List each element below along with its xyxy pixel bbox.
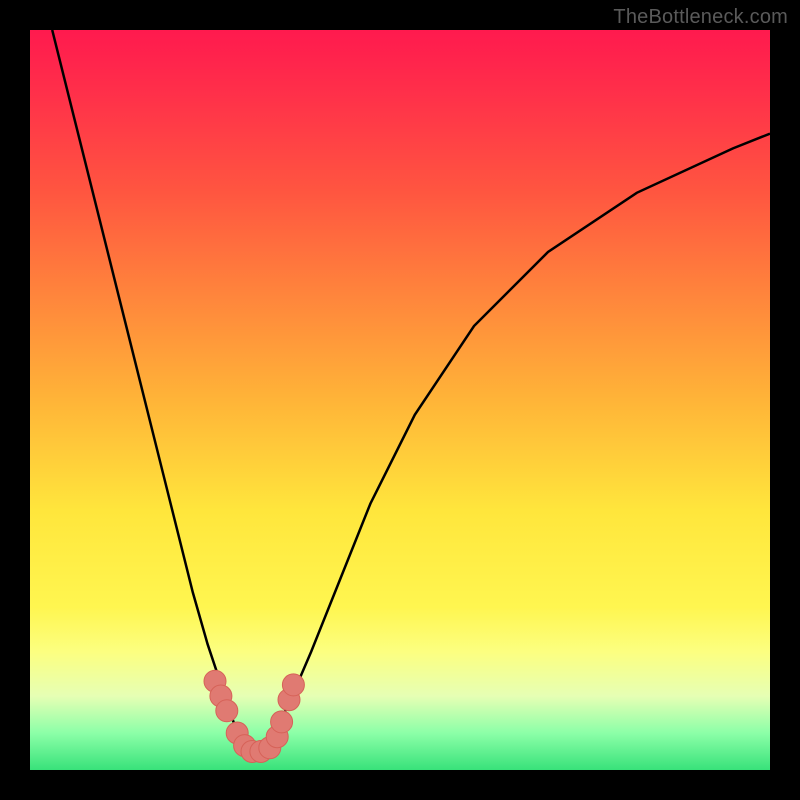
watermark-text: TheBottleneck.com <box>613 6 788 29</box>
chart-svg-overlay <box>30 30 770 770</box>
chart-marker <box>271 711 293 733</box>
chart-marker <box>216 700 238 722</box>
chart-marker <box>282 674 304 696</box>
chart-markers <box>204 670 304 762</box>
bottleneck-curve <box>52 30 770 755</box>
chart-plot-area <box>30 30 770 770</box>
